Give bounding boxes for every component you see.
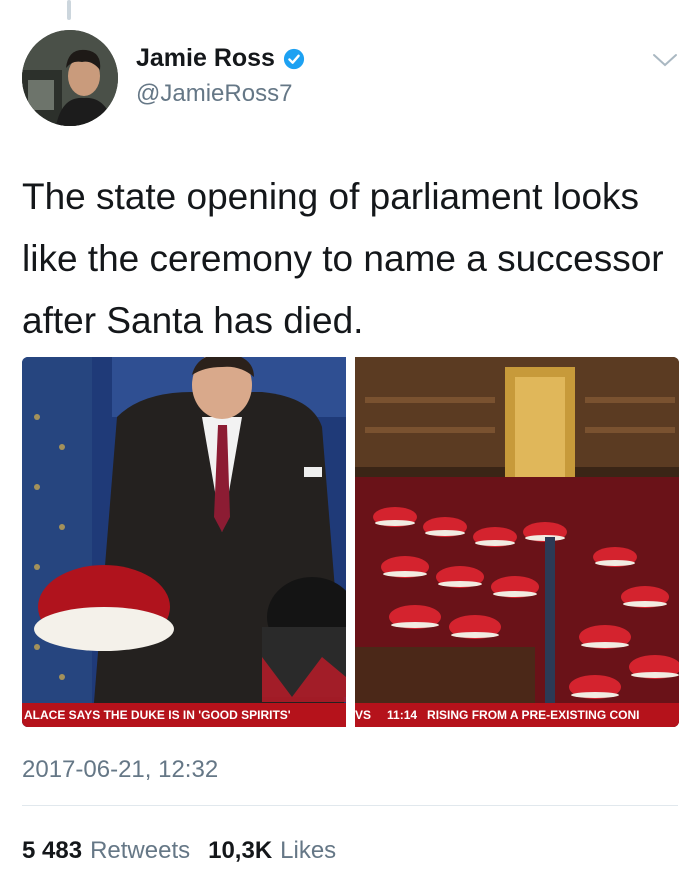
ticker-left-text: ALACE SAYS THE DUKE IS IN 'GOOD SPIRITS' bbox=[24, 708, 291, 722]
retweets-count[interactable]: 5 483 bbox=[22, 837, 82, 865]
verified-badge-icon bbox=[283, 48, 305, 69]
tweet-stats: 5 483 Retweets 10,3K Likes bbox=[22, 837, 346, 865]
name-row: Jamie Ross bbox=[136, 44, 305, 73]
retweets-label[interactable]: Retweets bbox=[90, 837, 190, 865]
thread-line bbox=[67, 0, 71, 20]
likes-count[interactable]: 10,3K bbox=[208, 837, 272, 865]
news-ticker-right: VS 11:14 RISING FROM A PRE-EXISTING CONI bbox=[355, 703, 679, 727]
avatar[interactable] bbox=[22, 30, 118, 126]
chevron-down-icon[interactable] bbox=[652, 52, 678, 68]
news-ticker-left: ALACE SAYS THE DUKE IS IN 'GOOD SPIRITS' bbox=[22, 703, 346, 727]
tweet-media[interactable]: ALACE SAYS THE DUKE IS IN 'GOOD SPIRITS' bbox=[22, 357, 679, 727]
user-handle[interactable]: @JamieRoss7 bbox=[136, 80, 292, 108]
tweet-text: The state opening of parliament looks li… bbox=[22, 176, 664, 341]
ticker-time: 11:14 bbox=[387, 708, 418, 722]
ticker-right-text: RISING FROM A PRE-EXISTING CONI bbox=[427, 708, 640, 722]
tweet-timestamp[interactable]: 2017-06-21, 12:32 bbox=[22, 756, 218, 784]
ticker-prefix: VS bbox=[355, 708, 372, 722]
display-name[interactable]: Jamie Ross bbox=[136, 44, 275, 73]
media-photo-lords-chamber[interactable]: VS 11:14 RISING FROM A PRE-EXISTING CONI bbox=[355, 357, 679, 727]
media-photo-duke[interactable]: ALACE SAYS THE DUKE IS IN 'GOOD SPIRITS' bbox=[22, 357, 346, 727]
divider bbox=[22, 805, 678, 806]
likes-label[interactable]: Likes bbox=[280, 837, 336, 865]
